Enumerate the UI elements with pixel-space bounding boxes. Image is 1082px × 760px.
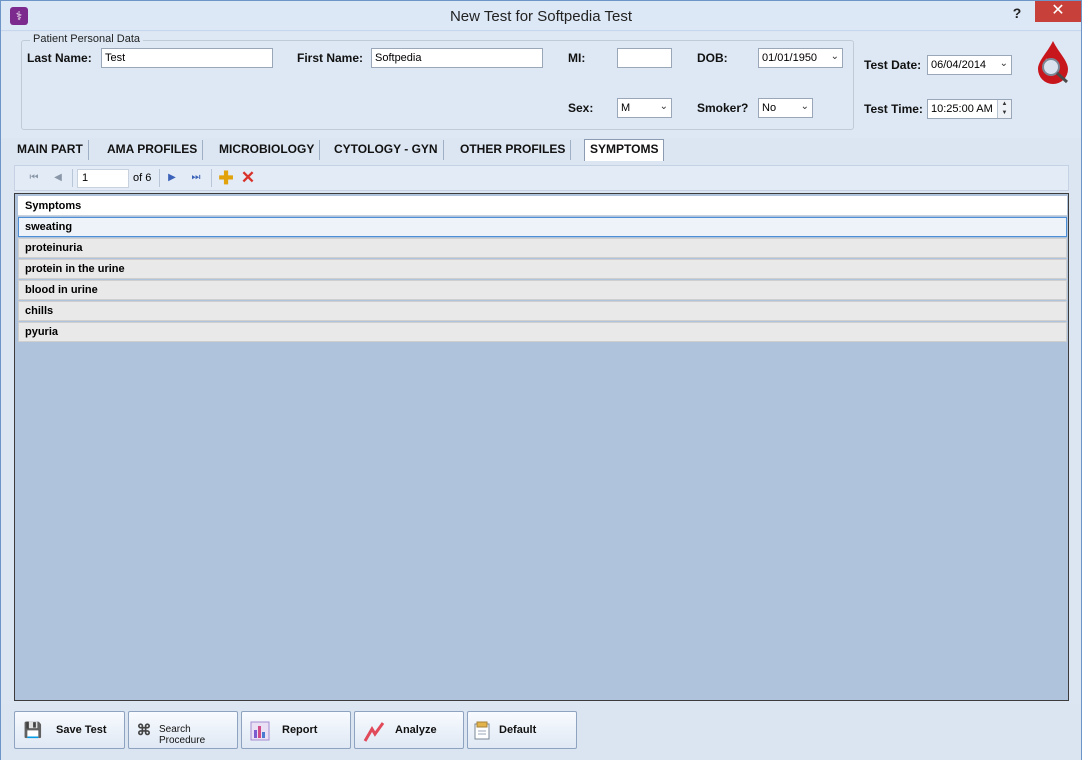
symptoms-grid: Symptoms sweating proteinuria protein in… [14, 193, 1069, 701]
document-icon [472, 721, 492, 741]
move-previous-icon[interactable]: ◀ [50, 170, 66, 186]
chevron-down-icon[interactable]: ⌄ [660, 100, 668, 113]
sex-select[interactable]: M ⌄ [617, 98, 672, 118]
last-name-field[interactable]: Test [101, 48, 273, 68]
app-window: ⚕ New Test for Softpedia Test ? ✕ Patien… [0, 0, 1082, 760]
chevron-down-icon[interactable]: ⌄ [1000, 57, 1008, 70]
separator [211, 169, 212, 187]
tab-ama-profiles[interactable]: AMA PROFILES [102, 140, 204, 160]
default-button[interactable]: Default [467, 711, 577, 749]
spin-updown-icon[interactable]: ▲ ▼ [997, 100, 1011, 118]
table-row[interactable]: pyuria [18, 322, 1067, 342]
move-first-icon[interactable]: ⏮ [26, 170, 42, 186]
test-date-value: 06/04/2014 [931, 59, 987, 71]
record-count: of 6 [133, 172, 152, 184]
sex-value: M [621, 102, 631, 114]
tab-strip: MAIN PART AMA PROFILES MICROBIOLOGY CYTO… [11, 138, 1071, 162]
move-next-icon[interactable]: ▶ [164, 170, 180, 186]
floppy-disk-icon: 💾 [23, 722, 43, 739]
separator [72, 169, 73, 187]
table-row[interactable]: protein in the urine [18, 259, 1067, 279]
save-test-button[interactable]: 💾 Save Test [14, 711, 125, 749]
close-button[interactable]: ✕ [1035, 1, 1081, 22]
mi-field[interactable] [617, 48, 672, 68]
table-row[interactable]: sweating [18, 217, 1067, 237]
tab-microbiology[interactable]: MICROBIOLOGY [214, 140, 321, 160]
first-name-field[interactable]: Softpedia [371, 48, 543, 68]
tab-cytology-gyn[interactable]: CYTOLOGY - GYN [329, 140, 444, 160]
first-name-label: First Name: [297, 51, 364, 65]
table-row[interactable]: blood in urine [18, 280, 1067, 300]
search-procedure-button[interactable]: ⌘ Search Procedure [128, 711, 238, 749]
analyze-button[interactable]: Analyze [354, 711, 464, 749]
test-time-picker[interactable]: 10:25:00 AM ▲ ▼ [927, 99, 1012, 119]
test-date-picker[interactable]: 06/04/2014 ⌄ [927, 55, 1012, 75]
tab-symptoms[interactable]: SYMPTOMS [584, 139, 665, 161]
report-button[interactable]: Report [241, 711, 351, 749]
sex-label: Sex: [568, 101, 594, 115]
search-procedure-label: Search Procedure [159, 724, 206, 746]
dob-picker[interactable]: 01/01/1950 ⌄ [758, 48, 843, 68]
help-button[interactable]: ? [1005, 2, 1029, 24]
test-time-label: Test Time: [864, 102, 923, 116]
smoker-value: No [762, 102, 777, 114]
default-label: Default [499, 724, 537, 736]
table-row[interactable]: proteinuria [18, 238, 1067, 258]
analyze-label: Analyze [395, 724, 437, 736]
separator [159, 169, 160, 187]
position-field[interactable]: 1 [77, 169, 129, 188]
action-bar: 💾 Save Test ⌘ Search Procedure Report An… [1, 704, 1081, 760]
tab-main-part[interactable]: MAIN PART [12, 140, 89, 160]
test-date-label: Test Date: [864, 58, 922, 72]
chevron-down-icon[interactable]: ⌄ [831, 50, 839, 63]
bar-chart-icon [250, 721, 270, 741]
mi-label: MI: [568, 51, 586, 65]
tab-other-profiles[interactable]: OTHER PROFILES [455, 140, 572, 160]
table-row[interactable]: chills [18, 301, 1067, 321]
smoker-label: Smoker? [697, 101, 749, 115]
window-title: New Test for Softpedia Test [449, 8, 633, 25]
last-name-label: Last Name: [27, 51, 92, 65]
test-time-value: 10:25:00 AM [931, 103, 993, 115]
smoker-select[interactable]: No ⌄ [758, 98, 813, 118]
chevron-down-icon[interactable]: ⌄ [801, 100, 809, 113]
dob-value: 01/01/1950 [762, 52, 818, 64]
lightning-icon [363, 721, 385, 742]
delete-icon[interactable]: ✕ [239, 169, 257, 187]
dob-label: DOB: [697, 51, 728, 65]
save-test-label: Save Test [56, 724, 107, 736]
group-title: Patient Personal Data [30, 33, 144, 45]
report-label: Report [282, 724, 318, 736]
move-last-icon[interactable]: ⏭ [188, 170, 204, 186]
binding-navigator: ⏮ ◀ 1 of 6 ▶ ⏭ ✚ ✕ [14, 165, 1069, 191]
add-new-icon[interactable]: ✚ [217, 169, 235, 187]
binoculars-icon: ⌘ [136, 722, 152, 739]
header-area: Patient Personal Data Last Name: Test Fi… [1, 32, 1081, 138]
column-header-symptoms[interactable]: Symptoms [18, 196, 1067, 216]
title-bar: ⚕ New Test for Softpedia Test ? ✕ [1, 1, 1081, 31]
blood-drop-magnifier-icon [1038, 41, 1069, 84]
